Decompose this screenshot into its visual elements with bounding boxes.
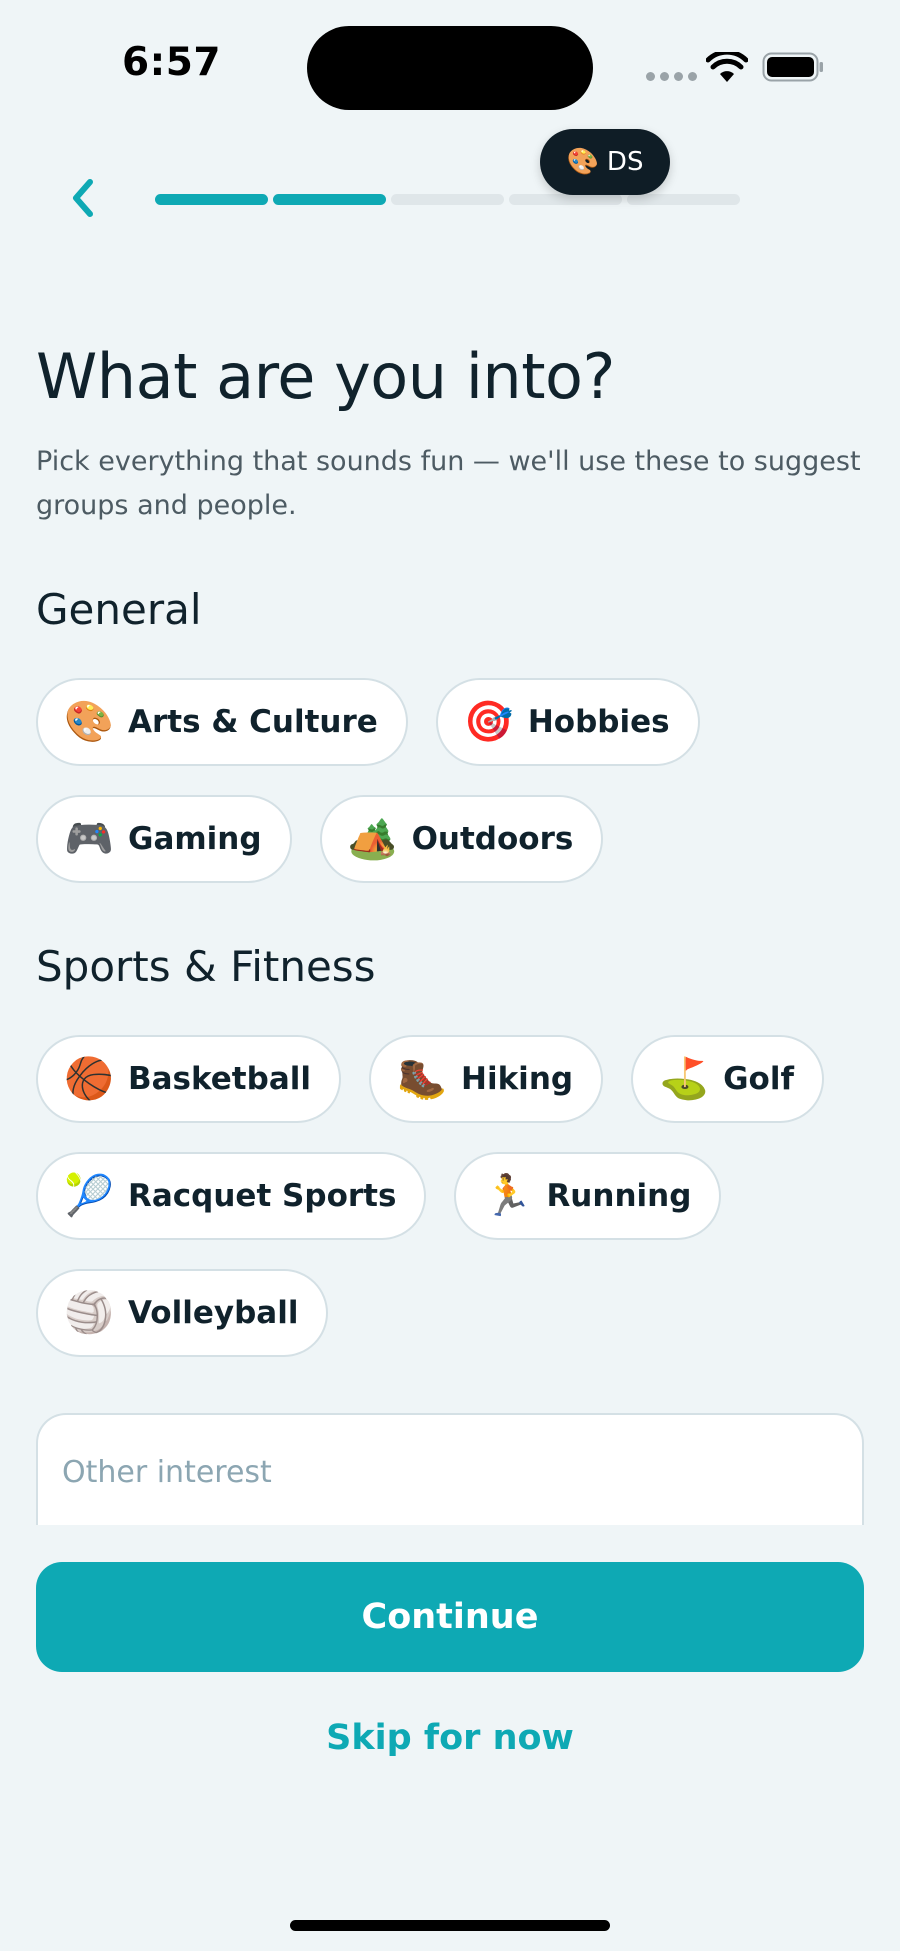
battery-icon <box>762 52 823 82</box>
hiking-boot-icon: 🥾 <box>397 1056 447 1102</box>
interest-chip-label: Basketball <box>128 1061 311 1097</box>
progress-segment-2 <box>273 194 386 205</box>
wifi-icon <box>706 52 748 82</box>
user-initials: DS <box>606 147 644 177</box>
page-title: What are you into? <box>36 340 615 413</box>
progress-segment-1 <box>155 194 268 205</box>
camping-tent-icon: 🏕️ <box>347 816 398 862</box>
chips-sports-fitness: 🏀 Basketball 🥾 Hiking ⛳ Golf 🎾 Racquet Sports 🏃 R… <box>36 1035 876 1357</box>
interest-chip-volleyball[interactable]: 🏐 Volleyball <box>36 1269 329 1357</box>
interest-chip-outdoors[interactable]: 🏕️ Outdoors <box>319 795 604 883</box>
interest-chip-golf[interactable]: ⛳ Golf <box>631 1035 824 1123</box>
cellular-signal-icon <box>646 72 697 81</box>
home-indicator <box>290 1920 610 1931</box>
other-interest-input[interactable] <box>62 1455 822 1490</box>
status-time: 6:57 <box>122 40 222 85</box>
dart-target-icon: 🎯 <box>463 699 514 745</box>
interest-chip-hiking[interactable]: 🥾 Hiking <box>369 1035 604 1123</box>
interest-chip-hobbies[interactable]: 🎯 Hobbies <box>435 678 700 766</box>
user-badge[interactable]: 🎨 DS <box>540 129 670 195</box>
progress-segment-5 <box>627 194 740 205</box>
interest-chip-label: Racquet Sports <box>128 1178 397 1214</box>
tennis-ball-icon: 🎾 <box>64 1173 114 1219</box>
runner-icon: 🏃 <box>482 1173 533 1219</box>
interest-chip-basketball[interactable]: 🏀 Basketball <box>36 1035 341 1123</box>
onboarding-interests-screen: 6:57 🎨 DS What are you into? Pick everyt… <box>0 0 900 1951</box>
interest-chip-running[interactable]: 🏃 Running <box>454 1152 722 1240</box>
page-subtitle: Pick everything that sounds fun — we'll … <box>36 446 861 521</box>
palette-icon: 🎨 <box>566 147 599 177</box>
palette-icon: 🎨 <box>64 699 114 745</box>
golf-flag-icon: ⛳ <box>659 1056 709 1102</box>
section-title-general: General <box>36 585 202 634</box>
interest-chip-racquet-sports[interactable]: 🎾 Racquet Sports <box>36 1152 427 1240</box>
other-interest-field-container <box>36 1413 864 1525</box>
interest-chip-gaming[interactable]: 🎮 Gaming <box>36 795 292 883</box>
progress-segment-3 <box>391 194 504 205</box>
skip-for-now-link[interactable]: Skip for now <box>0 1718 900 1758</box>
onboarding-progress-bar <box>155 194 740 205</box>
interest-chip-label: Arts & Culture <box>128 704 378 740</box>
section-title-sports-fitness: Sports & Fitness <box>36 942 376 991</box>
dynamic-island <box>307 26 593 110</box>
chevron-left-icon <box>73 179 93 217</box>
interest-chip-label: Running <box>546 1178 692 1214</box>
basketball-icon: 🏀 <box>64 1056 114 1102</box>
interest-chip-label: Volleyball <box>128 1295 299 1331</box>
progress-segment-4 <box>509 194 622 205</box>
back-button[interactable] <box>58 172 106 224</box>
interest-chip-label: Gaming <box>128 821 262 857</box>
interest-chip-arts-and-culture[interactable]: 🎨 Arts & Culture <box>36 678 408 766</box>
game-controller-icon: 🎮 <box>64 816 114 862</box>
chips-general: 🎨 Arts & Culture 🎯 Hobbies 🎮 Gaming 🏕️ Outdoors <box>36 678 876 883</box>
interest-chip-label: Golf <box>723 1061 794 1097</box>
interest-chip-label: Outdoors <box>411 821 574 857</box>
volleyball-icon: 🏐 <box>64 1290 114 1336</box>
interest-chip-label: Hiking <box>461 1061 574 1097</box>
continue-button[interactable]: Continue <box>36 1562 864 1672</box>
interest-chip-label: Hobbies <box>527 704 670 740</box>
